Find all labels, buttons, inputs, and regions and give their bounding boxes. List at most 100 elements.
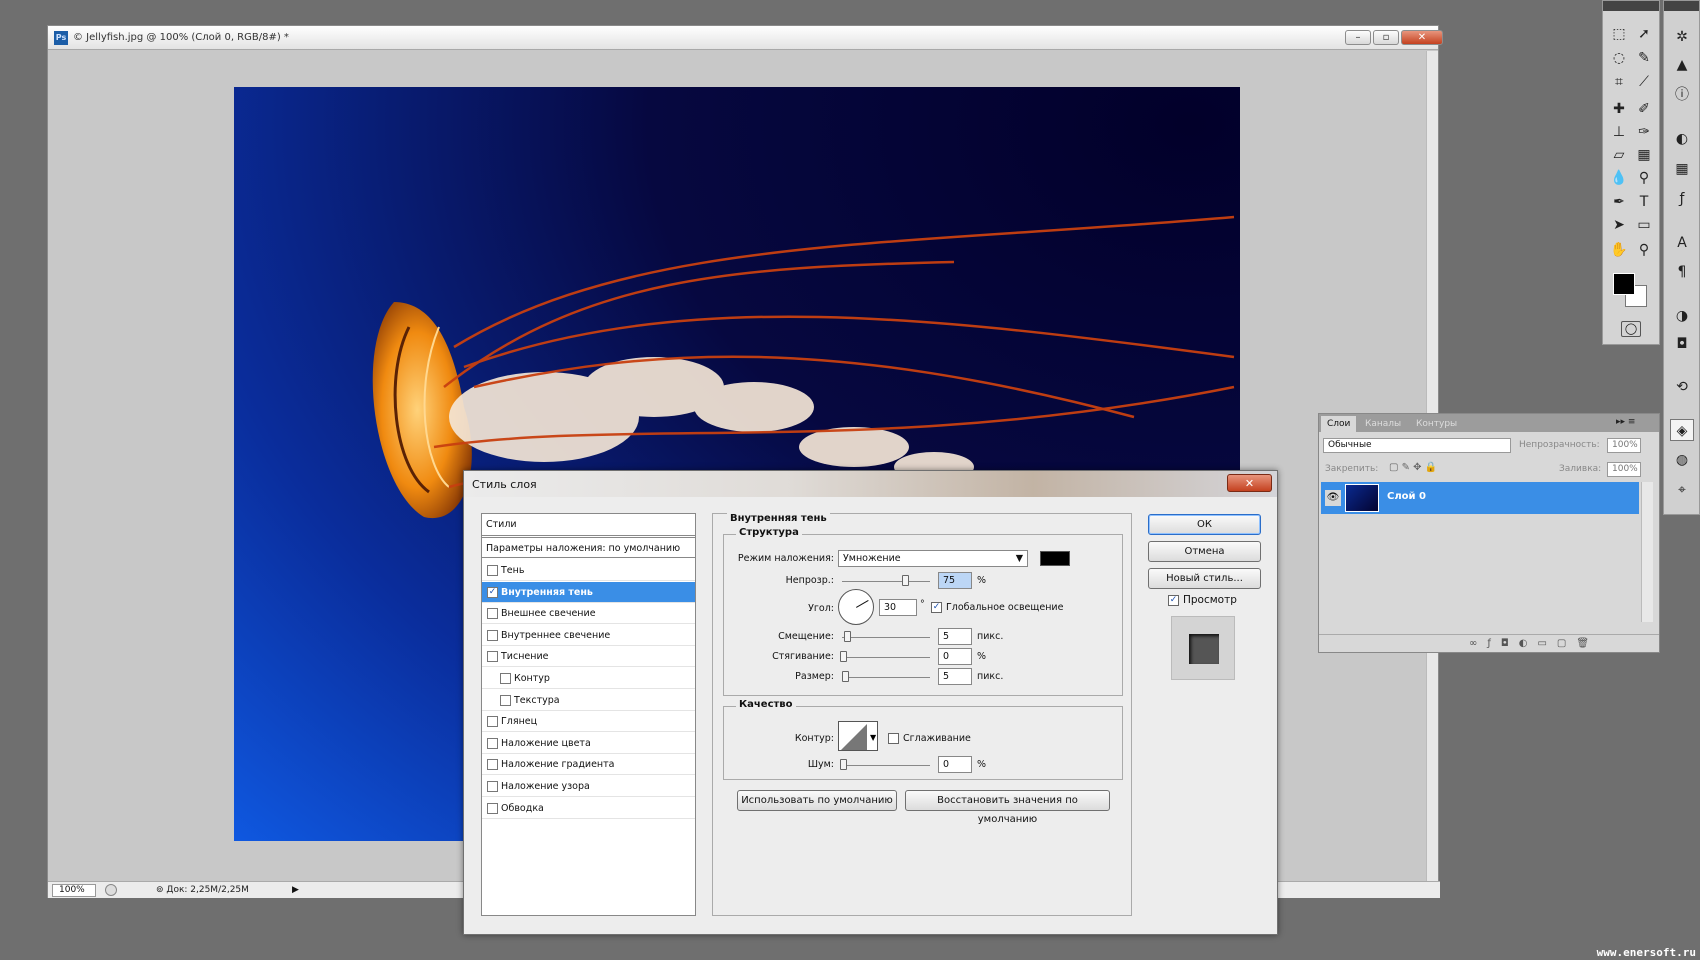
move-tool-icon[interactable]: ➚ [1633,23,1655,45]
style-item[interactable]: Внешнее свечение [482,603,695,625]
info-icon[interactable]: ⓘ [1670,84,1694,106]
style-item[interactable]: Внутреннее свечение [482,625,695,646]
style-item[interactable]: Наложение узора [482,776,695,797]
size-slider-thumb[interactable] [842,671,849,682]
antialias-checkbox[interactable] [888,733,899,744]
style-item[interactable]: Контур [482,668,695,689]
gradient-tool-icon[interactable]: ▦ [1633,144,1655,166]
crop-tool-icon[interactable]: ⌗ [1608,71,1630,93]
style-item-checkbox[interactable] [487,608,498,620]
style-item-checkbox[interactable] [487,737,498,749]
style-item[interactable]: Тиснение [482,646,695,668]
lock-icons[interactable]: ▢ ✎ ✥ 🔒 [1389,462,1437,473]
panel-menu-icon[interactable]: ▸▸ ≡ [1616,417,1635,427]
blend-mode-select[interactable]: Обычные [1323,438,1511,453]
histogram-icon[interactable]: ▲ [1670,54,1694,76]
dialog-title-bar[interactable]: Стиль слоя ✕ [464,471,1277,497]
dialog-close-button[interactable]: ✕ [1227,474,1272,492]
reset-default-button[interactable]: Восстановить значения по умолчанию [905,790,1110,825]
navigator-icon[interactable]: ✲ [1670,26,1694,48]
lasso-tool-icon[interactable]: ◌ [1608,47,1630,69]
style-item[interactable]: Наложение цвета [482,733,695,754]
choke-slider-thumb[interactable] [840,651,847,662]
cancel-button[interactable]: Отмена [1148,541,1261,562]
adjustments-icon[interactable]: ◑ [1670,305,1694,327]
foreground-color-swatch[interactable] [1613,273,1635,295]
status-menu-arrow-icon[interactable]: ▶ [292,885,299,895]
layers-footer-icons[interactable]: ∞ƒ◘◐▭▢🗑 [1319,634,1659,652]
opacity-slider-thumb[interactable] [902,575,909,586]
quick-mask-icon[interactable]: ◯ [1621,321,1641,337]
marquee-tool-icon[interactable]: ⬚ [1608,23,1630,45]
status-icon[interactable] [105,884,117,896]
style-item[interactable]: Наложение градиента [482,754,695,776]
tab-paths[interactable]: Контуры [1410,416,1463,432]
history-icon[interactable]: ⟲ [1670,376,1694,398]
style-item-checkbox[interactable] [487,802,498,814]
blend-mode-dropdown[interactable]: Умножение ▼ [838,550,1028,567]
path-select-tool-icon[interactable]: ➤ [1608,214,1630,236]
masks-icon[interactable]: ◘ [1670,333,1694,355]
distance-slider-track[interactable] [842,637,930,638]
type-tool-icon[interactable]: T [1633,191,1655,213]
ok-button[interactable]: ОК [1148,514,1261,535]
layer-row[interactable]: 👁 Слой 0 [1321,482,1639,514]
paths-icon[interactable]: ⌖ [1670,479,1694,501]
hand-tool-icon[interactable]: ✋ [1608,239,1630,261]
size-input[interactable]: 5 [938,668,972,685]
styles-header[interactable]: Стили [482,514,695,536]
style-item-checkbox[interactable] [500,694,511,706]
style-item-checkbox[interactable] [487,629,498,641]
tools-panel-header[interactable] [1603,1,1659,11]
character-icon[interactable]: A [1670,232,1694,254]
layers-scrollbar[interactable] [1641,482,1653,622]
zoom-tool-icon[interactable]: ⚲ [1633,239,1655,261]
style-item-checkbox[interactable] [487,565,498,576]
size-slider-track[interactable] [842,677,930,678]
noise-input[interactable]: 0 [938,756,972,773]
style-item-checkbox[interactable] [487,651,498,663]
choke-slider-track[interactable] [842,657,930,658]
paragraph-icon[interactable]: ¶ [1670,261,1694,283]
opacity-slider-track[interactable] [842,581,930,582]
style-item-checkbox[interactable]: ✓ [487,586,498,598]
style-item-checkbox[interactable] [487,716,498,728]
tab-channels[interactable]: Каналы [1359,416,1407,432]
styles-icon[interactable]: ƒ [1670,188,1694,210]
brush-tool-icon[interactable]: ✐ [1633,98,1655,120]
blending-options-item[interactable]: Параметры наложения: по умолчанию [482,537,695,558]
shadow-color-swatch[interactable] [1040,551,1070,566]
maximize-button[interactable]: ▫ [1373,30,1399,45]
tab-layers[interactable]: Слои [1321,416,1357,432]
opacity-input[interactable]: 75 [938,572,972,589]
style-item[interactable]: ✓ Внутренняя тень [482,581,695,603]
style-item[interactable]: Текстура [482,690,695,711]
dodge-tool-icon[interactable]: ⚲ [1633,167,1655,189]
noise-slider-thumb[interactable] [840,759,847,770]
minimize-button[interactable]: – [1345,30,1371,45]
history-brush-tool-icon[interactable]: ✑ [1633,121,1655,143]
style-item-checkbox[interactable] [500,673,511,684]
make-default-button[interactable]: Использовать по умолчанию [737,790,897,811]
document-title-bar[interactable]: Ps © Jellyfish.jpg @ 100% (Слой 0, RGB/8… [48,26,1443,50]
pen-tool-icon[interactable]: ✒ [1608,191,1630,213]
style-item[interactable]: Тень [482,560,695,581]
eraser-tool-icon[interactable]: ▱ [1608,144,1630,166]
channels-icon[interactable]: ◍ [1670,449,1694,471]
healing-tool-icon[interactable]: ✚ [1608,98,1630,120]
dock-header[interactable] [1664,1,1699,11]
eyedropper-tool-icon[interactable]: ⟋ [1633,71,1655,93]
distance-slider-thumb[interactable] [844,631,851,642]
preview-checkbox[interactable]: ✓ [1168,595,1179,606]
swatches-icon[interactable]: ▦ [1670,158,1694,180]
global-light-checkbox[interactable]: ✓ [931,602,942,613]
style-item-checkbox[interactable] [487,781,498,792]
color-icon[interactable]: ◐ [1670,128,1694,150]
style-item[interactable]: Обводка [482,798,695,819]
shape-tool-icon[interactable]: ▭ [1633,214,1655,236]
style-item-checkbox[interactable] [487,759,498,771]
fill-field[interactable]: 100% [1607,462,1641,477]
zoom-field[interactable]: 100% [52,884,96,897]
style-item[interactable]: Глянец [482,711,695,733]
new-style-button[interactable]: Новый стиль... [1148,568,1261,589]
